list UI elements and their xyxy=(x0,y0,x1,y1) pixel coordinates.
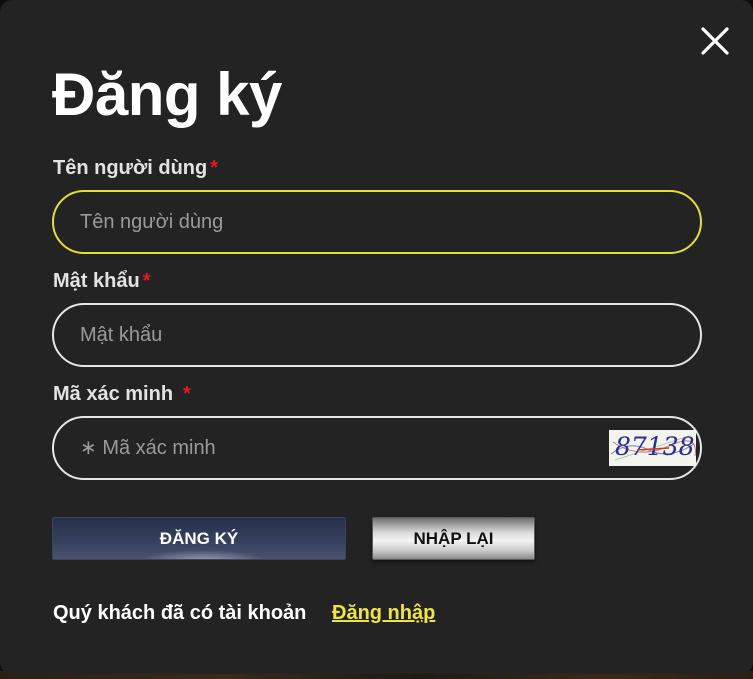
required-mark: * xyxy=(142,270,151,292)
captcha-image[interactable]: 87138 xyxy=(609,430,696,466)
captcha-label-text: Mã xác minh xyxy=(53,383,174,405)
captcha-input[interactable] xyxy=(52,416,702,480)
required-mark: * xyxy=(183,383,191,405)
required-mark: * xyxy=(210,157,219,179)
password-label: Mật khẩu * xyxy=(53,269,150,293)
login-link[interactable]: Đăng nhập xyxy=(332,600,435,626)
has-account-text: Quý khách đã có tài khoản xyxy=(53,602,307,624)
register-modal: Đăng ký Tên người dùng* Mật khẩu* Mã xác… xyxy=(0,0,753,674)
captcha-label: Mã xác minh * xyxy=(53,382,191,406)
username-input[interactable] xyxy=(52,190,702,254)
captcha-text: 87138 xyxy=(615,432,695,461)
close-icon xyxy=(701,27,729,55)
reset-button[interactable]: NHẬP LẠI xyxy=(372,517,535,560)
username-label: Tên người dùng * xyxy=(53,156,218,180)
close-button[interactable] xyxy=(699,25,731,57)
register-button[interactable]: ĐĂNG KÝ xyxy=(52,517,346,560)
password-label-text: Mật khẩu xyxy=(53,270,140,292)
modal-title: Đăng ký xyxy=(52,61,282,128)
username-label-text: Tên người dùng xyxy=(53,157,208,179)
captcha-graphic: 87138 xyxy=(609,430,696,466)
password-input[interactable] xyxy=(52,303,702,367)
